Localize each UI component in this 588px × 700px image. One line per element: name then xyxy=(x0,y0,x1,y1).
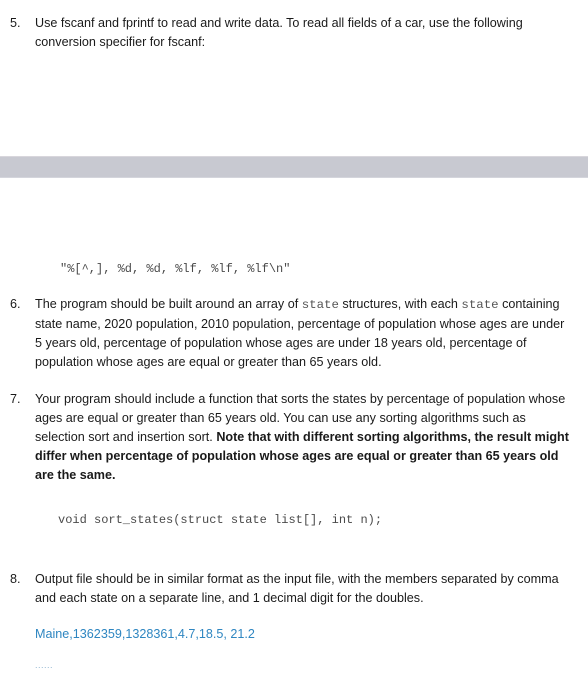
item-text-part: structures, with each xyxy=(338,297,462,311)
item-number: 6. xyxy=(10,297,21,311)
ellipsis-continuation: ...... xyxy=(35,660,54,670)
item-number: 8. xyxy=(10,572,21,586)
item-text: The program should be built around an ar… xyxy=(35,295,570,372)
list-item-5: 5. Use fscanf and fprintf to read and wr… xyxy=(10,14,570,52)
format-specifier-code: "%[^,], %d, %d, %lf, %lf, %lf\n" xyxy=(60,262,291,276)
example-output-line: Maine,1362359,1328361,4.7,18.5, 21.2 xyxy=(35,627,255,641)
function-prototype-code: void sort_states(struct state list[], in… xyxy=(58,513,383,527)
inline-code-state: state xyxy=(301,298,339,312)
list-item-8: 8. Output file should be in similar form… xyxy=(10,570,570,608)
inline-code-state: state xyxy=(461,298,499,312)
gray-separator-band xyxy=(0,156,588,178)
list-item-7: 7. Your program should include a functio… xyxy=(10,390,570,485)
item-number: 5. xyxy=(10,16,21,30)
item-text: Use fscanf and fprintf to read and write… xyxy=(35,16,523,49)
item-text: Your program should include a function t… xyxy=(35,390,570,485)
item-text: Output file should be in similar format … xyxy=(35,572,559,605)
list-item-6: 6. The program should be built around an… xyxy=(10,295,570,372)
item-number: 7. xyxy=(10,392,21,406)
item-text-part: The program should be built around an ar… xyxy=(35,297,302,311)
